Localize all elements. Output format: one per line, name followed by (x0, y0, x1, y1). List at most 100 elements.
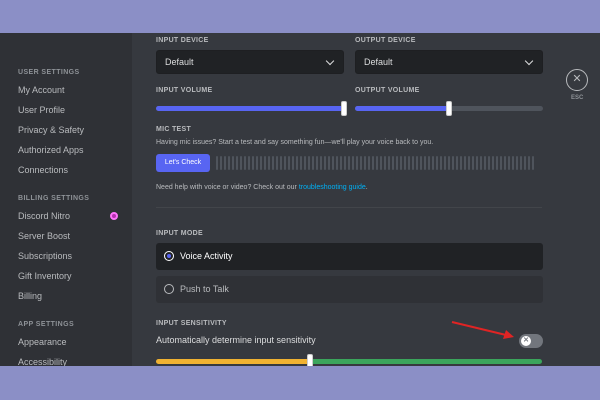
voice-activity-label: Voice Activity (180, 251, 233, 261)
meter-segment (408, 156, 410, 170)
sensitivity-slider[interactable] (156, 359, 542, 364)
meter-segment (300, 156, 302, 170)
settings-window: USER SETTINGS My Account User Profile Pr… (0, 33, 600, 366)
sidebar-item-accessibility[interactable]: Accessibility (12, 353, 124, 366)
meter-segment (380, 156, 382, 170)
meter-segment (524, 156, 526, 170)
meter-segment (268, 156, 270, 170)
input-volume-handle[interactable] (341, 101, 347, 116)
troubleshooting-guide-link[interactable]: troubleshooting guide (299, 184, 366, 191)
mic-test-description: Having mic issues? Start a test and say … (156, 139, 434, 146)
billing-settings-header: BILLING SETTINGS (18, 195, 90, 202)
meter-segment (492, 156, 494, 170)
meter-segment (272, 156, 274, 170)
push-to-talk-label: Push to Talk (180, 284, 229, 294)
meter-segment (356, 156, 358, 170)
output-volume-handle[interactable] (446, 101, 452, 116)
meter-segment (396, 156, 398, 170)
meter-segment (308, 156, 310, 170)
meter-segment (232, 156, 234, 170)
meter-segment (220, 156, 222, 170)
meter-segment (464, 156, 466, 170)
output-device-value: Default (364, 57, 393, 67)
sidebar-item-label: Discord Nitro (18, 211, 71, 221)
meter-segment (488, 156, 490, 170)
meter-segment (324, 156, 326, 170)
meter-segment (252, 156, 254, 170)
sidebar-item-appearance[interactable]: Appearance (12, 333, 124, 351)
sidebar-item-server-boost[interactable]: Server Boost (12, 227, 124, 245)
sidebar-item-billing[interactable]: Billing (12, 287, 124, 305)
lets-check-button[interactable]: Let's Check (156, 154, 210, 172)
meter-segment (364, 156, 366, 170)
input-volume-slider[interactable] (156, 101, 347, 116)
output-device-select[interactable]: Default (355, 50, 543, 74)
meter-segment (280, 156, 282, 170)
sidebar-item-gift-inventory[interactable]: Gift Inventory (12, 267, 124, 285)
meter-segment (248, 156, 250, 170)
input-device-select[interactable]: Default (156, 50, 344, 74)
nitro-icon (110, 212, 118, 220)
sidebar-item-connections[interactable]: Connections (12, 161, 124, 179)
meter-segment (312, 156, 314, 170)
sensitivity-handle[interactable] (307, 354, 314, 366)
meter-segment (360, 156, 362, 170)
output-volume-slider[interactable] (355, 101, 543, 116)
sidebar-item-privacy-safety[interactable]: Privacy & Safety (12, 121, 124, 139)
meter-segment (376, 156, 378, 170)
meter-segment (432, 156, 434, 170)
meter-segment (304, 156, 306, 170)
meter-segment (520, 156, 522, 170)
meter-segment (348, 156, 350, 170)
meter-segment (440, 156, 442, 170)
meter-segment (224, 156, 226, 170)
meter-segment (244, 156, 246, 170)
meter-segment (340, 156, 342, 170)
meter-segment (368, 156, 370, 170)
toggle-off-x-icon: ✕ (521, 336, 531, 346)
sidebar-item-authorized-apps[interactable]: Authorized Apps (12, 141, 124, 159)
meter-segment (460, 156, 462, 170)
meter-segment (328, 156, 330, 170)
mic-level-meter (216, 156, 542, 170)
meter-segment (444, 156, 446, 170)
input-volume-fill (156, 106, 344, 111)
sidebar-item-user-profile[interactable]: User Profile (12, 101, 124, 119)
sidebar-item-my-account[interactable]: My Account (12, 81, 124, 99)
radio-unselected-icon (164, 284, 174, 294)
meter-segment (352, 156, 354, 170)
meter-segment (412, 156, 414, 170)
chevron-down-icon (524, 56, 534, 66)
section-divider (156, 207, 542, 208)
meter-segment (260, 156, 262, 170)
meter-segment (452, 156, 454, 170)
close-settings-button[interactable]: ✕ (566, 69, 588, 91)
radio-push-to-talk[interactable]: Push to Talk (156, 276, 543, 303)
sensitivity-low-zone (156, 359, 311, 364)
meter-segment (484, 156, 486, 170)
sidebar-item-discord-nitro[interactable]: Discord Nitro (12, 207, 124, 225)
app-settings-header: APP SETTINGS (18, 321, 75, 328)
meter-segment (404, 156, 406, 170)
esc-label: ESC (571, 95, 584, 101)
auto-sensitivity-toggle[interactable]: ✕ (519, 334, 543, 348)
meter-segment (504, 156, 506, 170)
meter-segment (512, 156, 514, 170)
sensitivity-high-zone (310, 359, 542, 364)
meter-segment (500, 156, 502, 170)
chevron-down-icon (325, 56, 335, 66)
radio-selected-icon (164, 251, 174, 261)
input-volume-label: INPUT VOLUME (156, 87, 213, 94)
meter-segment (476, 156, 478, 170)
help-prefix: Need help with voice or video? Check out… (156, 184, 299, 191)
radio-voice-activity[interactable]: Voice Activity (156, 243, 543, 270)
meter-segment (428, 156, 430, 170)
meter-segment (316, 156, 318, 170)
sidebar-item-subscriptions[interactable]: Subscriptions (12, 247, 124, 265)
meter-segment (240, 156, 242, 170)
input-sensitivity-label: INPUT SENSITIVITY (156, 320, 227, 327)
meter-segment (420, 156, 422, 170)
meter-segment (336, 156, 338, 170)
settings-sidebar: USER SETTINGS My Account User Profile Pr… (0, 33, 132, 366)
meter-segment (392, 156, 394, 170)
